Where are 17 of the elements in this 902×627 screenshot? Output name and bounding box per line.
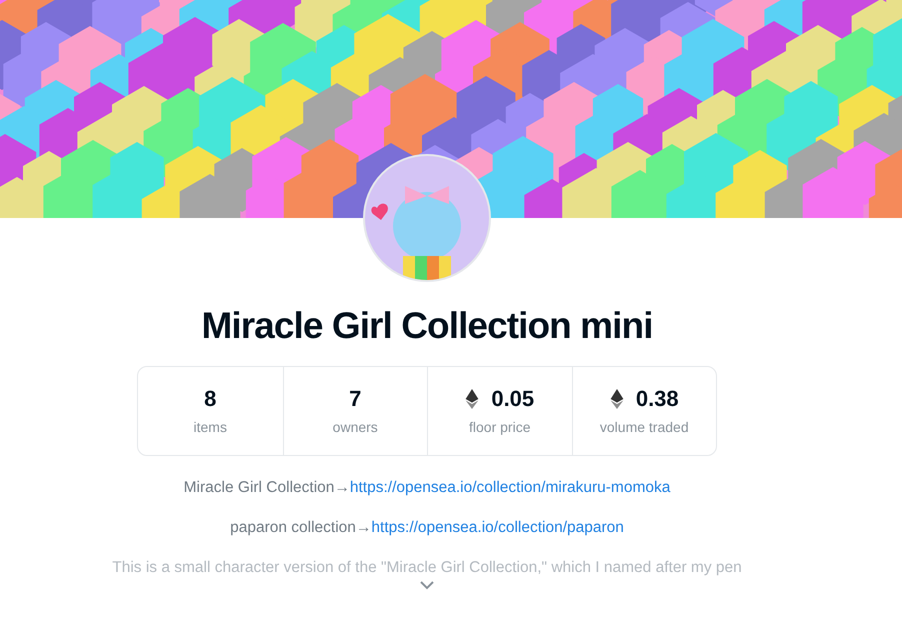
ethereum-icon xyxy=(610,388,624,408)
stat-label: volume traded xyxy=(600,418,689,436)
stat-label: items xyxy=(194,418,227,436)
description-line: Miracle Girl Collection→https://opensea.io/collection/mirakuru-momoka xyxy=(184,478,670,498)
stat-label: floor price xyxy=(469,418,530,437)
stat-label: owners xyxy=(332,418,378,436)
description-text: This is a small character version of the "Miracle Girl Collection," which I named after my pen xyxy=(112,558,742,578)
ethereum-icon xyxy=(465,388,480,408)
stat-value: 0.05 xyxy=(491,384,534,412)
collection-title: Miracle Girl Collection mini xyxy=(201,304,653,348)
collection-link[interactable]: https://opensea.io/collection/paparon xyxy=(371,519,624,536)
description-line: paparon collection→https://opensea.io/collection/paparon xyxy=(230,518,624,538)
stat-value: 8 xyxy=(204,384,216,412)
chevron-down-icon[interactable] xyxy=(420,581,434,590)
collection-link[interactable]: https://opensea.io/collection/mirakuru-momoka xyxy=(350,479,670,496)
stat-value: 0.38 xyxy=(636,384,679,412)
stat-value: 7 xyxy=(349,384,362,412)
